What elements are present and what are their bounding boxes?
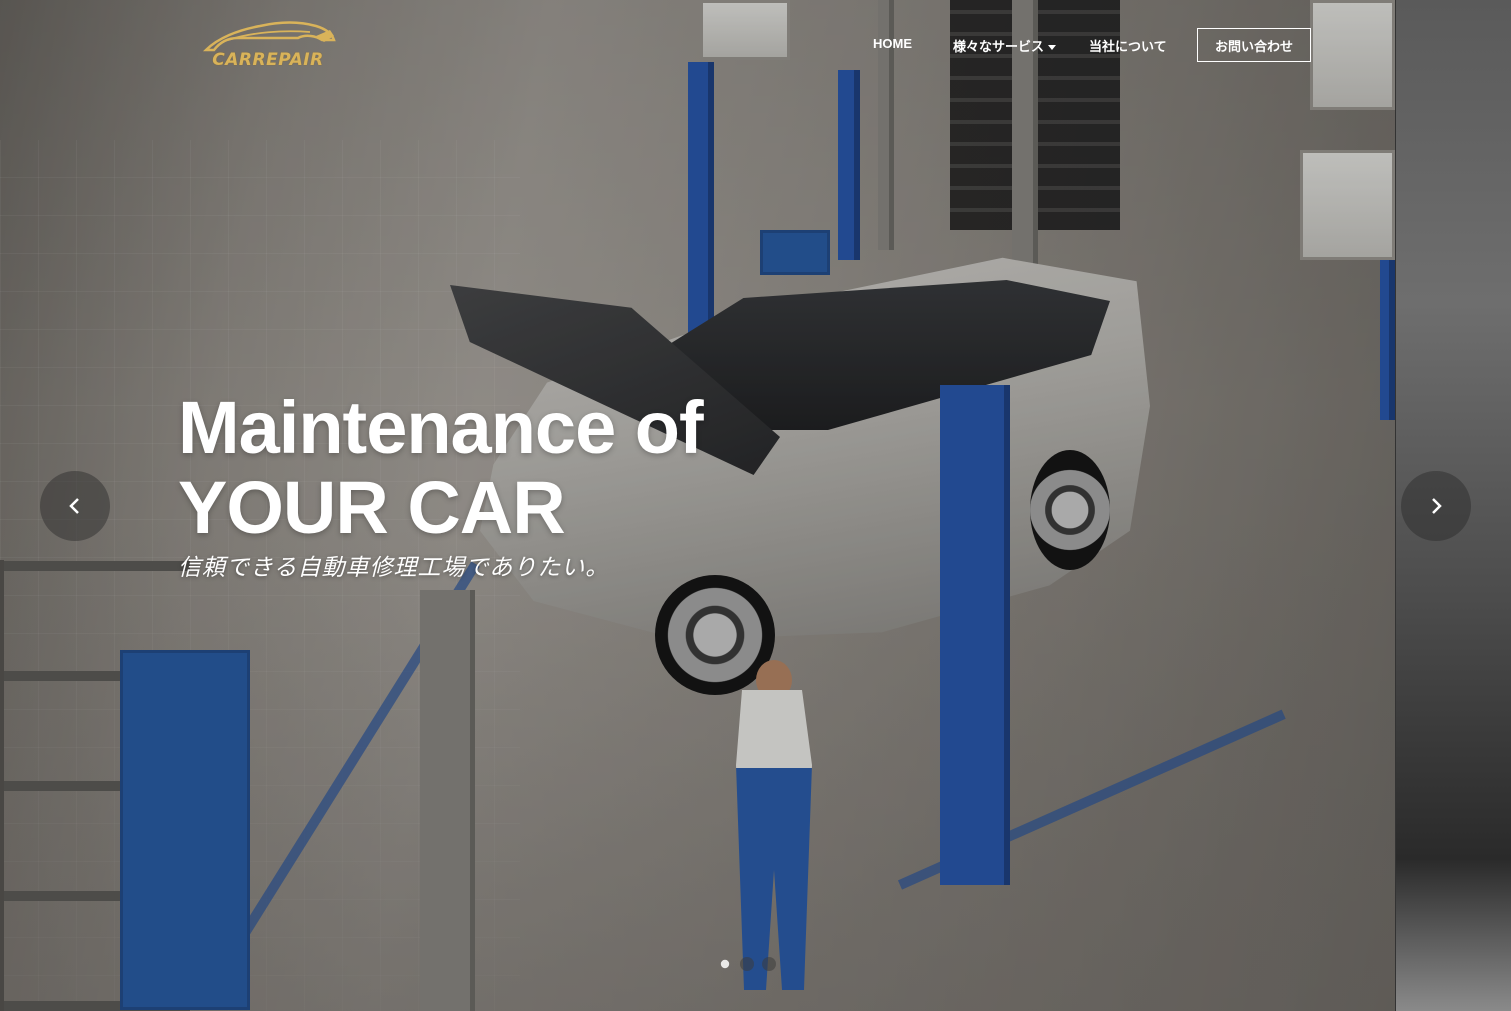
contact-button[interactable]: お問い合わせ [1197,28,1311,62]
carousel-indicators [718,957,776,971]
chevron-right-icon [1432,498,1442,514]
nav-services[interactable]: 様々なサービス [953,36,1057,55]
nav-home[interactable]: HOME [873,36,912,51]
nav-about[interactable]: 当社について [1089,36,1167,55]
hero-title-line2: YOUR CAR [178,466,566,549]
hero-subtitle: 信頼できる自動車修理工場でありたい。 [178,555,610,581]
carousel-prev-button[interactable] [40,471,110,541]
carousel-dot-2[interactable] [740,957,754,971]
nav-services-label: 様々なサービス [953,39,1045,54]
site-logo[interactable]: CARREPAIR [198,16,338,74]
carousel-dot-3[interactable] [762,957,776,971]
logo-text: CARREPAIR [212,50,324,70]
hero-title-line1: Maintenance of [178,386,704,469]
caret-down-icon [1048,45,1057,51]
hero-title: Maintenance of YOUR CAR [178,388,798,548]
carousel-dot-1[interactable] [720,959,730,969]
chevron-left-icon [69,498,79,514]
carousel-next-button[interactable] [1401,471,1471,541]
